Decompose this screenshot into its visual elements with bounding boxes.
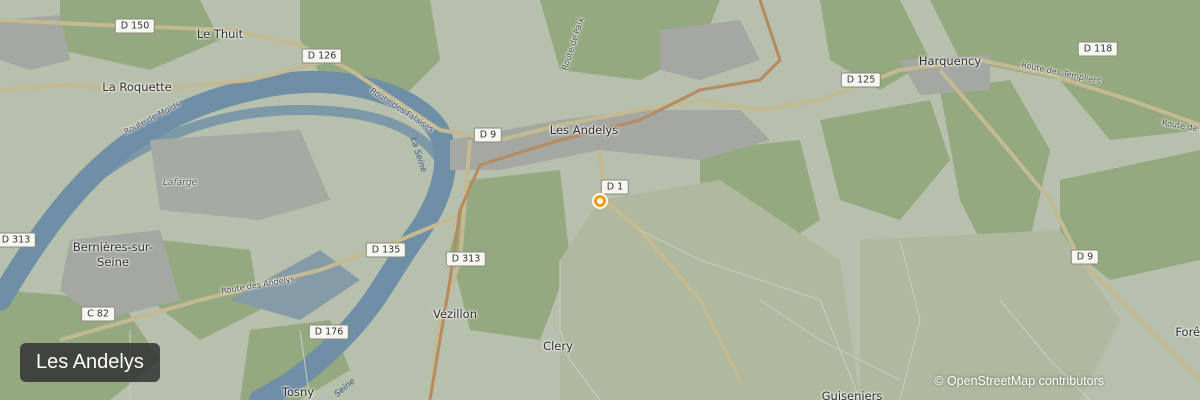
location-marker-icon[interactable] bbox=[592, 193, 608, 209]
road-shield-d313-south: D 313 bbox=[445, 251, 487, 267]
place-label-les-andelys: Les Andelys bbox=[549, 123, 619, 137]
place-label-bernieres-line-2: Seine bbox=[97, 255, 129, 269]
place-label-clery: Clery bbox=[543, 339, 573, 353]
road-shield-d150: D 150 bbox=[114, 18, 156, 34]
place-label-vezillon: Vézillon bbox=[433, 307, 477, 321]
area-label-lafarge: Lafarge bbox=[162, 178, 198, 188]
road-shield-d176: D 176 bbox=[308, 324, 350, 340]
road-shield-d9-north: D 9 bbox=[473, 127, 503, 143]
place-label-harquency: Harquency bbox=[918, 54, 982, 68]
place-label-tosny: Tosny bbox=[281, 385, 315, 399]
place-name-badge: Les Andelys bbox=[20, 343, 160, 382]
place-label-foret: Forêt bbox=[1175, 325, 1200, 339]
place-label-guiseniers: Guiseniers bbox=[821, 389, 883, 400]
road-shield-d9-east: D 9 bbox=[1070, 249, 1100, 265]
place-label-bernieres-line-1: Bernières-sur- bbox=[72, 240, 154, 254]
road-shield-c82: C 82 bbox=[81, 306, 115, 322]
road-shield-d313-west: D 313 bbox=[0, 232, 37, 248]
road-shield-d135: D 135 bbox=[365, 242, 407, 258]
road-shield-d118: D 118 bbox=[1077, 41, 1119, 57]
place-label-le-thuit: Le Thuit bbox=[196, 27, 244, 41]
road-shield-d126: D 126 bbox=[301, 48, 343, 64]
map-view[interactable]: Le Thuit La Roquette Les Andelys Harquen… bbox=[0, 0, 1200, 400]
road-shield-d125: D 125 bbox=[840, 72, 882, 88]
place-label-la-roquette: La Roquette bbox=[102, 80, 172, 94]
road-shield-d1: D 1 bbox=[600, 179, 630, 195]
map-attribution-link[interactable]: © OpenStreetMap contributors bbox=[934, 374, 1104, 388]
